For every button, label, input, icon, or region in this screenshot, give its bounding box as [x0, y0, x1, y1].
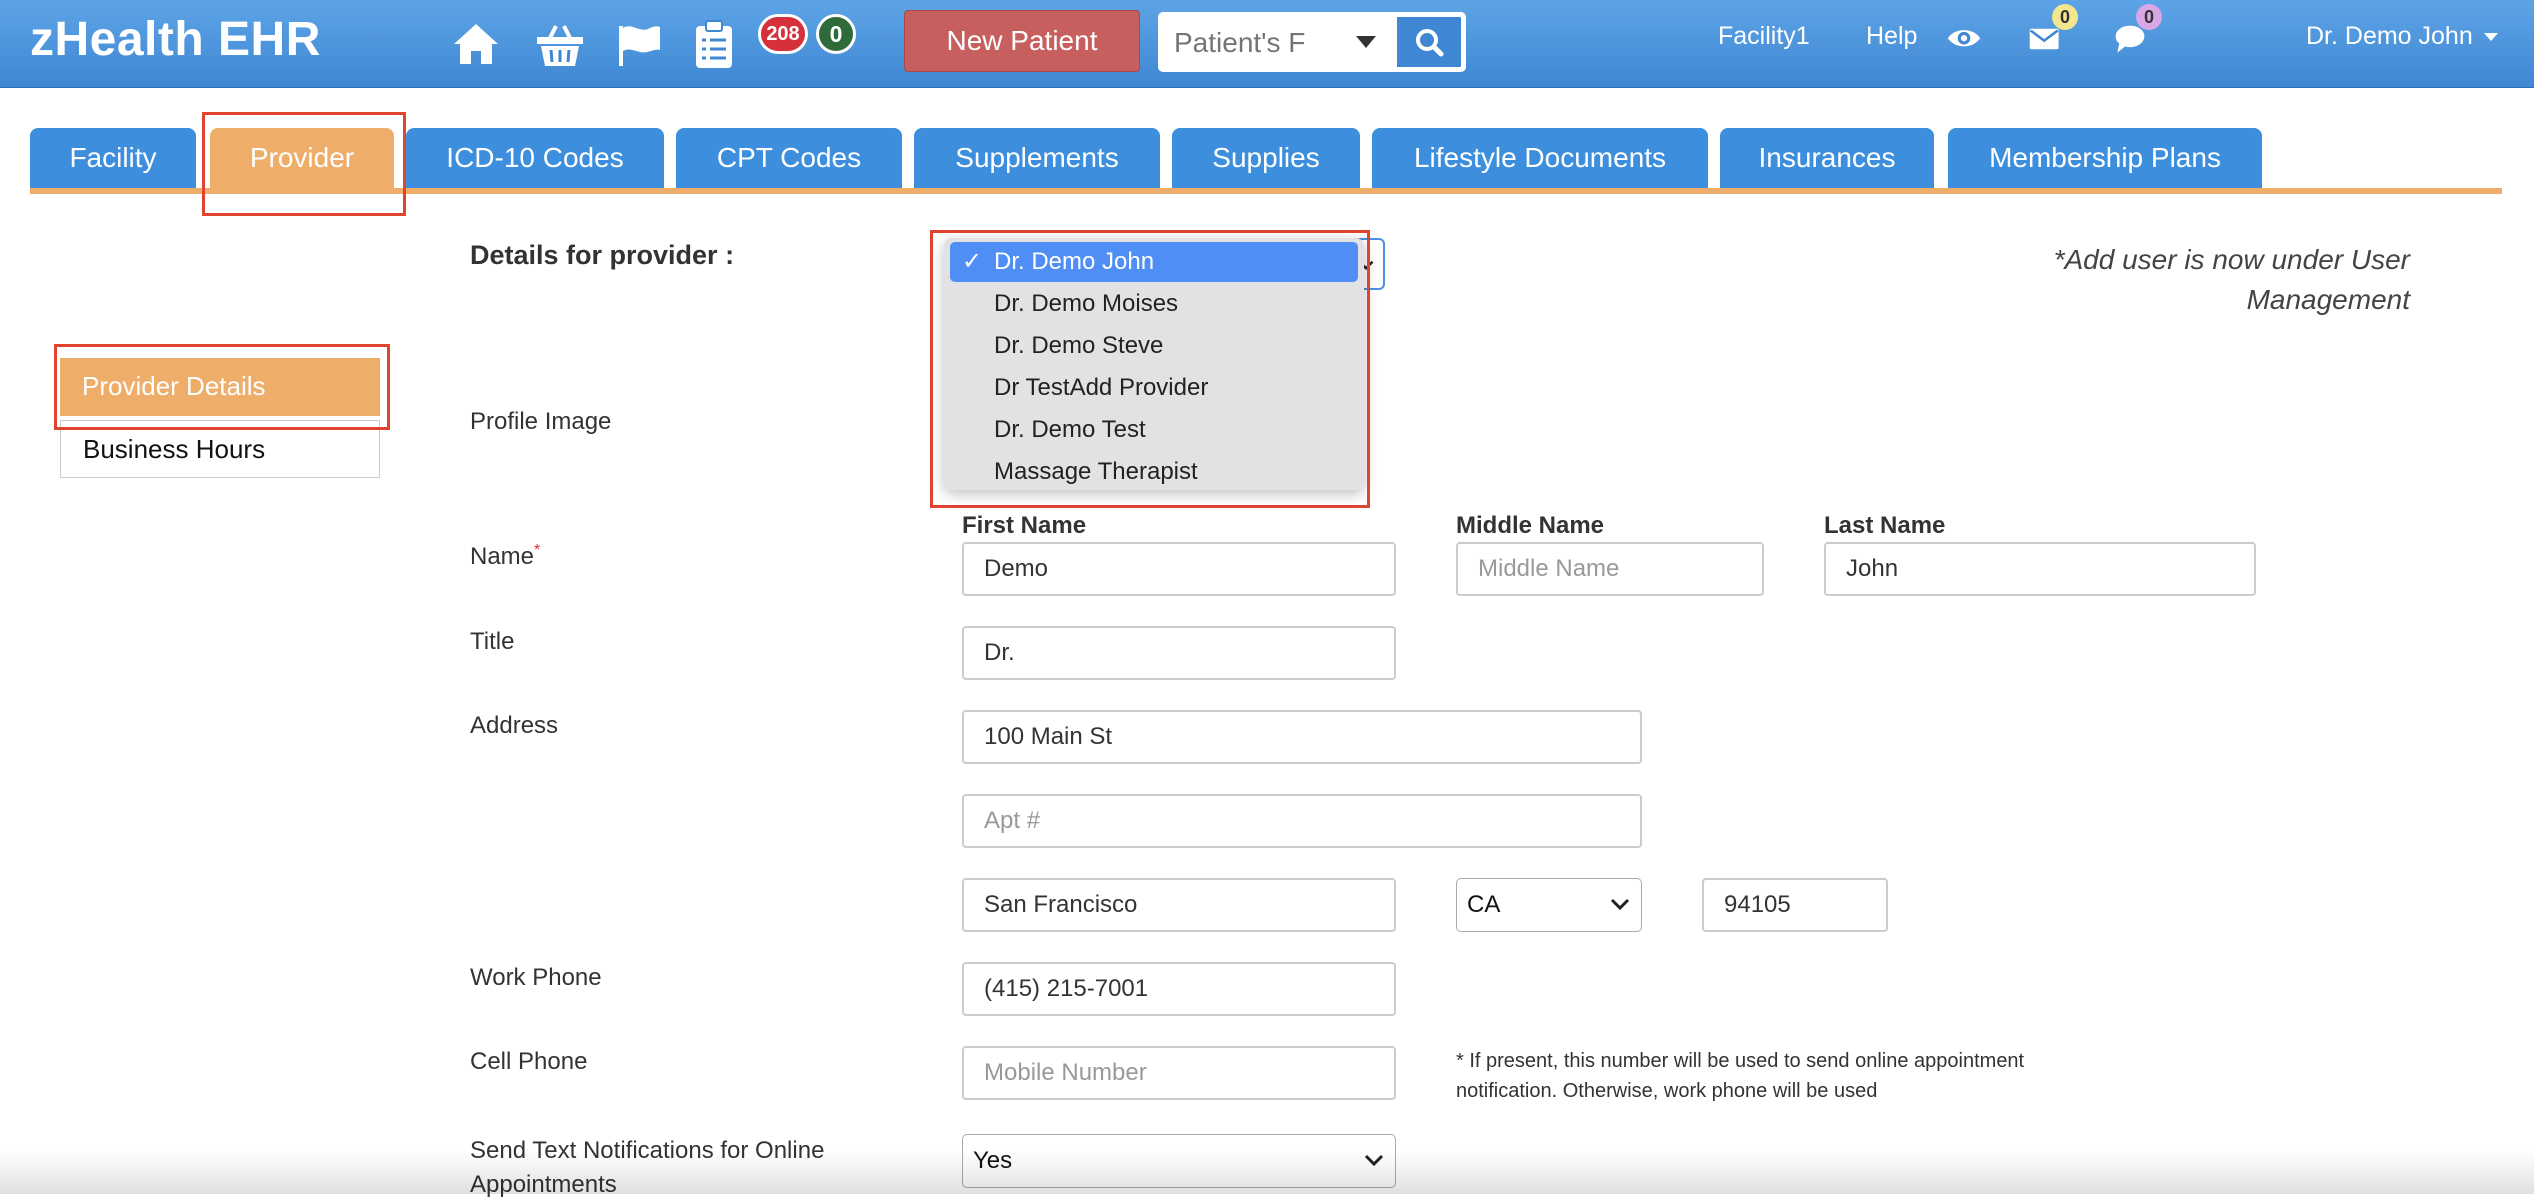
top-navbar: zHealth EHR 208 0 New Patient Facility1 …: [0, 0, 2534, 88]
provider-option-dr-testadd-provider[interactable]: Dr TestAdd Provider: [950, 368, 1358, 408]
help-link[interactable]: Help: [1866, 22, 1917, 51]
provider-option-dr-demo-steve[interactable]: Dr. Demo Steve: [950, 326, 1358, 366]
name-label-text: Name: [470, 543, 535, 570]
search-icon: [1416, 29, 1444, 57]
sidemenu-business-hours[interactable]: Business Hours: [60, 420, 380, 478]
chevron-down-icon: [1364, 1154, 1384, 1167]
send-text-label: Send Text Notifications for Online Appoi…: [470, 1134, 824, 1202]
tab-facility[interactable]: Facility: [30, 128, 196, 188]
provider-option-dr-demo-test[interactable]: Dr. Demo Test: [950, 410, 1358, 450]
send-text-select[interactable]: Yes: [962, 1134, 1396, 1188]
first-name-heading: First Name: [962, 512, 1087, 539]
patient-search: [1158, 12, 1466, 72]
brand-logo[interactable]: zHealth EHR: [30, 12, 321, 67]
eye-icon[interactable]: [1944, 22, 1984, 62]
provider-option-label: Dr. Demo John: [994, 248, 1155, 275]
tab-icd10-codes[interactable]: ICD-10 Codes: [406, 128, 664, 188]
flag-icon[interactable]: [614, 18, 666, 70]
add-user-note-line1: *Add user is now under User: [2053, 244, 2410, 275]
facility-link[interactable]: Facility1: [1718, 22, 1810, 51]
cell-phone-note: * If present, this number will be used t…: [1456, 1046, 2024, 1106]
caret-down-icon: [2483, 33, 2498, 42]
tasks-count-badge[interactable]: 0: [816, 14, 856, 54]
send-text-label-line2: Appointments: [470, 1171, 617, 1198]
cell-phone-label: Cell Phone: [470, 1048, 588, 1075]
cell-phone-note-line1: * If present, this number will be used t…: [1456, 1050, 2025, 1072]
send-text-label-line1: Send Text Notifications for Online: [470, 1137, 825, 1164]
first-name-field[interactable]: Demo: [962, 542, 1396, 596]
user-name: Dr. Demo John: [2306, 22, 2473, 50]
chevron-down-icon: [1610, 898, 1630, 911]
home-icon[interactable]: [450, 18, 502, 70]
cell-phone-note-line2: notification. Otherwise, work phone will…: [1456, 1080, 1878, 1102]
address1-field[interactable]: 100 Main St: [962, 710, 1642, 764]
details-for-provider-label: Details for provider :: [470, 240, 735, 270]
alerts-count-badge[interactable]: 208: [758, 14, 808, 54]
title-field[interactable]: Dr.: [962, 626, 1396, 680]
middle-name-heading: Middle Name: [1456, 512, 1605, 539]
cell-phone-field[interactable]: Mobile Number: [962, 1046, 1396, 1100]
chat-count-badge[interactable]: 0: [2136, 4, 2162, 30]
add-user-note: *Add user is now under User Management: [2054, 240, 2410, 320]
tab-lifestyle-documents[interactable]: Lifestyle Documents: [1372, 128, 1708, 188]
last-name-field[interactable]: John: [1824, 542, 2256, 596]
caret-down-icon[interactable]: [1356, 36, 1376, 48]
new-patient-button[interactable]: New Patient: [904, 10, 1140, 72]
tab-insurances[interactable]: Insurances: [1720, 128, 1934, 188]
tab-membership-plans[interactable]: Membership Plans: [1948, 128, 2262, 188]
work-phone-label: Work Phone: [470, 964, 602, 991]
work-phone-field[interactable]: (415) 215-7001: [962, 962, 1396, 1016]
user-menu[interactable]: Dr. Demo John: [2306, 22, 2498, 51]
middle-name-field[interactable]: Middle Name: [1456, 542, 1764, 596]
clipboard-icon[interactable]: [688, 18, 740, 70]
tab-provider[interactable]: Provider: [210, 128, 394, 188]
mail-count-badge[interactable]: 0: [2052, 4, 2078, 30]
tab-underline: [30, 188, 2502, 194]
patient-search-input[interactable]: [1172, 21, 1336, 65]
name-label: Name*: [470, 542, 540, 571]
provider-dropdown-list: ✓ Dr. Demo John Dr. Demo Moises Dr. Demo…: [944, 238, 1364, 490]
profile-image-label: Profile Image: [470, 408, 612, 435]
zip-field[interactable]: 94105: [1702, 878, 1888, 932]
search-button[interactable]: [1394, 14, 1464, 70]
address2-field[interactable]: Apt #: [962, 794, 1642, 848]
basket-icon[interactable]: [534, 18, 586, 70]
address-label: Address: [470, 712, 559, 739]
tab-supplements[interactable]: Supplements: [914, 128, 1160, 188]
state-select[interactable]: CA: [1456, 878, 1642, 932]
send-text-value: Yes: [973, 1147, 1013, 1174]
provider-option-dr-demo-moises[interactable]: Dr. Demo Moises: [950, 284, 1358, 324]
checkmark-icon: ✓: [962, 248, 983, 275]
last-name-heading: Last Name: [1824, 512, 1946, 539]
city-field[interactable]: San Francisco: [962, 878, 1396, 932]
provider-option-massage-therapist[interactable]: Massage Therapist: [950, 452, 1358, 492]
provider-option-dr-demo-john[interactable]: ✓ Dr. Demo John: [950, 242, 1358, 282]
add-user-note-line2: Management: [2246, 284, 2410, 315]
tab-supplies[interactable]: Supplies: [1172, 128, 1360, 188]
required-mark: *: [534, 542, 541, 559]
tab-cpt-codes[interactable]: CPT Codes: [676, 128, 902, 188]
state-value: CA: [1467, 891, 1501, 918]
sidemenu-provider-details[interactable]: Provider Details: [60, 358, 380, 416]
title-label: Title: [470, 628, 515, 655]
